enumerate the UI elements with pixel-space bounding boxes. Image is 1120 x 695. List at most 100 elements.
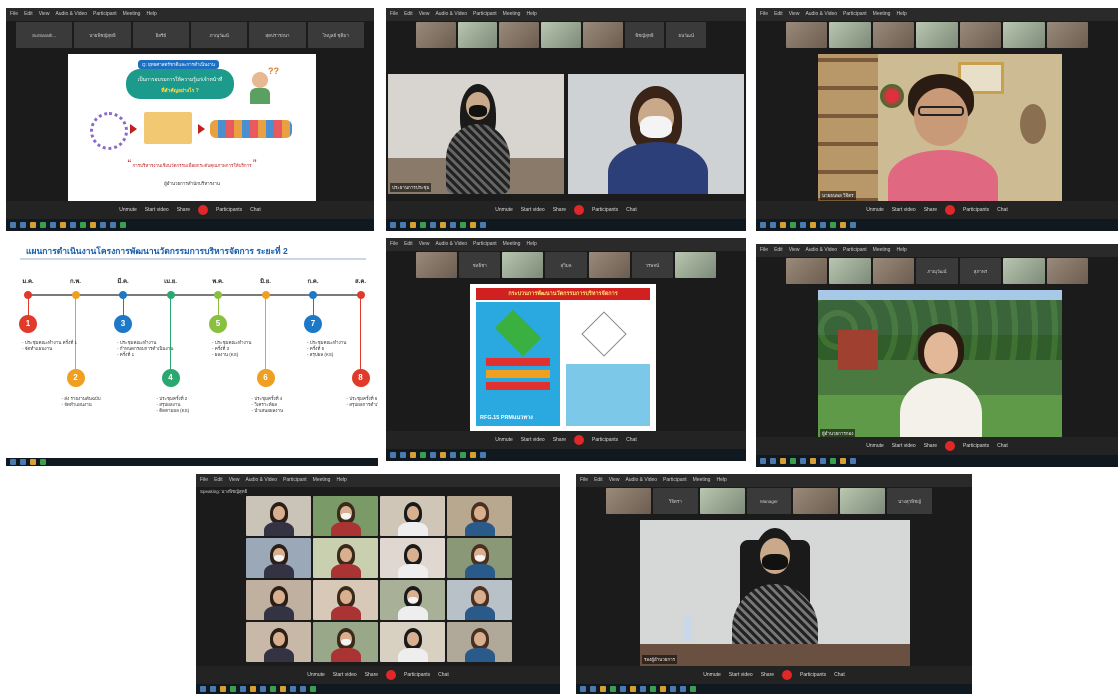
unmute-button[interactable]: Unmute	[307, 672, 325, 678]
unmute-button[interactable]: Unmute	[495, 207, 513, 213]
share-button[interactable]: Share	[177, 207, 190, 213]
end-call-button[interactable]	[198, 205, 209, 215]
participant-tile[interactable]	[588, 252, 630, 278]
participant-tile[interactable]	[786, 258, 828, 284]
participant-tile[interactable]	[699, 488, 745, 514]
start-video-button[interactable]: Start video	[145, 207, 169, 213]
menu-edit[interactable]: Edit	[24, 11, 33, 17]
participant-tile[interactable]: พิชญ์สุทธิ	[624, 22, 665, 48]
participant-tile[interactable]	[582, 22, 623, 48]
participant-tile[interactable]	[1003, 22, 1045, 48]
chat-button[interactable]: Chat	[250, 207, 261, 213]
end-call-button[interactable]	[945, 205, 956, 215]
gallery-tile[interactable]	[246, 580, 311, 620]
end-call-button[interactable]	[574, 205, 585, 215]
participant-tile[interactable]	[502, 252, 544, 278]
start-video-button[interactable]: Start video	[892, 443, 916, 449]
gallery-tile[interactable]	[447, 622, 512, 662]
share-button[interactable]: Share	[553, 437, 566, 443]
end-call-button[interactable]	[782, 670, 793, 680]
menu-audio-video[interactable]: Audio & Video	[55, 11, 87, 17]
gallery-tile[interactable]	[447, 538, 512, 578]
chat-button[interactable]: Chat	[626, 207, 637, 213]
participant-tile[interactable]	[840, 488, 886, 514]
chat-button[interactable]: Chat	[997, 443, 1008, 449]
participant-tile[interactable]: สุวิมล	[545, 252, 587, 278]
gallery-tile[interactable]	[313, 580, 378, 620]
share-button[interactable]: Share	[761, 672, 774, 678]
gallery-tile[interactable]	[447, 496, 512, 536]
participant-tile[interactable]	[1046, 258, 1088, 284]
participants-button[interactable]: Participants	[800, 672, 826, 678]
chat-button[interactable]: Chat	[626, 437, 637, 443]
gallery-tile[interactable]	[447, 580, 512, 620]
gallery-tile[interactable]	[380, 538, 445, 578]
participant-tile[interactable]: นางสุวพิชญ์	[887, 488, 933, 514]
participant-tile[interactable]	[606, 488, 651, 514]
gallery-tile[interactable]	[380, 496, 445, 536]
participant-tile[interactable]: ภาณุวัฒน์	[916, 258, 958, 284]
participant-tile[interactable]: วรพจน์	[631, 252, 673, 278]
gallery-tile[interactable]	[246, 538, 311, 578]
participant-tile[interactable]	[1003, 258, 1045, 284]
gallery-tile[interactable]	[380, 580, 445, 620]
gallery-tile[interactable]	[313, 538, 378, 578]
unmute-button[interactable]: Unmute	[119, 207, 137, 213]
participants-button[interactable]: Participants	[404, 672, 430, 678]
menu-file[interactable]: File	[10, 11, 18, 17]
share-button[interactable]: Share	[365, 672, 378, 678]
unmute-button[interactable]: Unmute	[866, 443, 884, 449]
chat-button[interactable]: Chat	[438, 672, 449, 678]
participant-tile[interactable]	[541, 22, 581, 48]
participant-tile[interactable]: SurSarath...	[16, 22, 73, 48]
unmute-button[interactable]: Unmute	[866, 207, 884, 213]
participant-tile[interactable]: สุภาพร	[959, 258, 1002, 284]
gallery-tile[interactable]	[380, 622, 445, 662]
participant-tile[interactable]: สุดปรารถนา	[249, 22, 306, 48]
gallery-tile[interactable]	[246, 622, 311, 662]
gallery-tile[interactable]	[246, 496, 311, 536]
participant-tile[interactable]	[457, 22, 498, 48]
end-call-button[interactable]	[574, 435, 585, 445]
chat-button[interactable]: Chat	[834, 672, 845, 678]
participant-tile[interactable]	[793, 488, 839, 514]
participant-tile[interactable]: อิสรีย์	[132, 22, 189, 48]
participant-tile[interactable]	[499, 22, 540, 48]
start-video-button[interactable]: Start video	[521, 437, 545, 443]
participant-tile[interactable]: วิจิตรา	[652, 488, 698, 514]
unmute-button[interactable]: Unmute	[495, 437, 513, 443]
end-call-button[interactable]	[945, 441, 956, 451]
participant-tile[interactable]	[872, 258, 915, 284]
participants-button[interactable]: Participants	[592, 207, 618, 213]
participants-button[interactable]: Participants	[592, 437, 618, 443]
participant-tile[interactable]	[674, 252, 716, 278]
start-video-button[interactable]: Start video	[333, 672, 357, 678]
participant-tile[interactable]	[416, 22, 456, 48]
unmute-button[interactable]: Unmute	[703, 672, 721, 678]
menu-help[interactable]: Help	[146, 11, 156, 17]
end-call-button[interactable]	[386, 670, 397, 680]
menu-view[interactable]: View	[39, 11, 50, 17]
start-video-button[interactable]: Start video	[729, 672, 753, 678]
participant-tile[interactable]	[829, 22, 871, 48]
share-button[interactable]: Share	[924, 207, 937, 213]
share-button[interactable]: Share	[553, 207, 566, 213]
participants-button[interactable]: Participants	[216, 207, 242, 213]
participants-button[interactable]: Participants	[963, 443, 989, 449]
participant-tile[interactable]	[829, 258, 871, 284]
participant-tile[interactable]: ธนวัฒน์	[666, 22, 707, 48]
participant-tile[interactable]	[959, 22, 1002, 48]
gallery-tile[interactable]	[313, 622, 378, 662]
participant-tile[interactable]	[872, 22, 915, 48]
participant-tile[interactable]: ไพบูลย์ ชุติมา	[307, 22, 364, 48]
participant-tile[interactable]: Manager	[746, 488, 792, 514]
start-video-button[interactable]: Start video	[521, 207, 545, 213]
chat-button[interactable]: Chat	[997, 207, 1008, 213]
menu-participant[interactable]: Participant	[93, 11, 117, 17]
participant-tile[interactable]	[916, 22, 958, 48]
participant-tile[interactable]: ชลธิชา	[459, 252, 501, 278]
participants-button[interactable]: Participants	[963, 207, 989, 213]
participant-tile[interactable]: นายพิชญ์สุทธิ	[74, 22, 131, 48]
share-button[interactable]: Share	[924, 443, 937, 449]
gallery-tile[interactable]	[313, 496, 378, 536]
